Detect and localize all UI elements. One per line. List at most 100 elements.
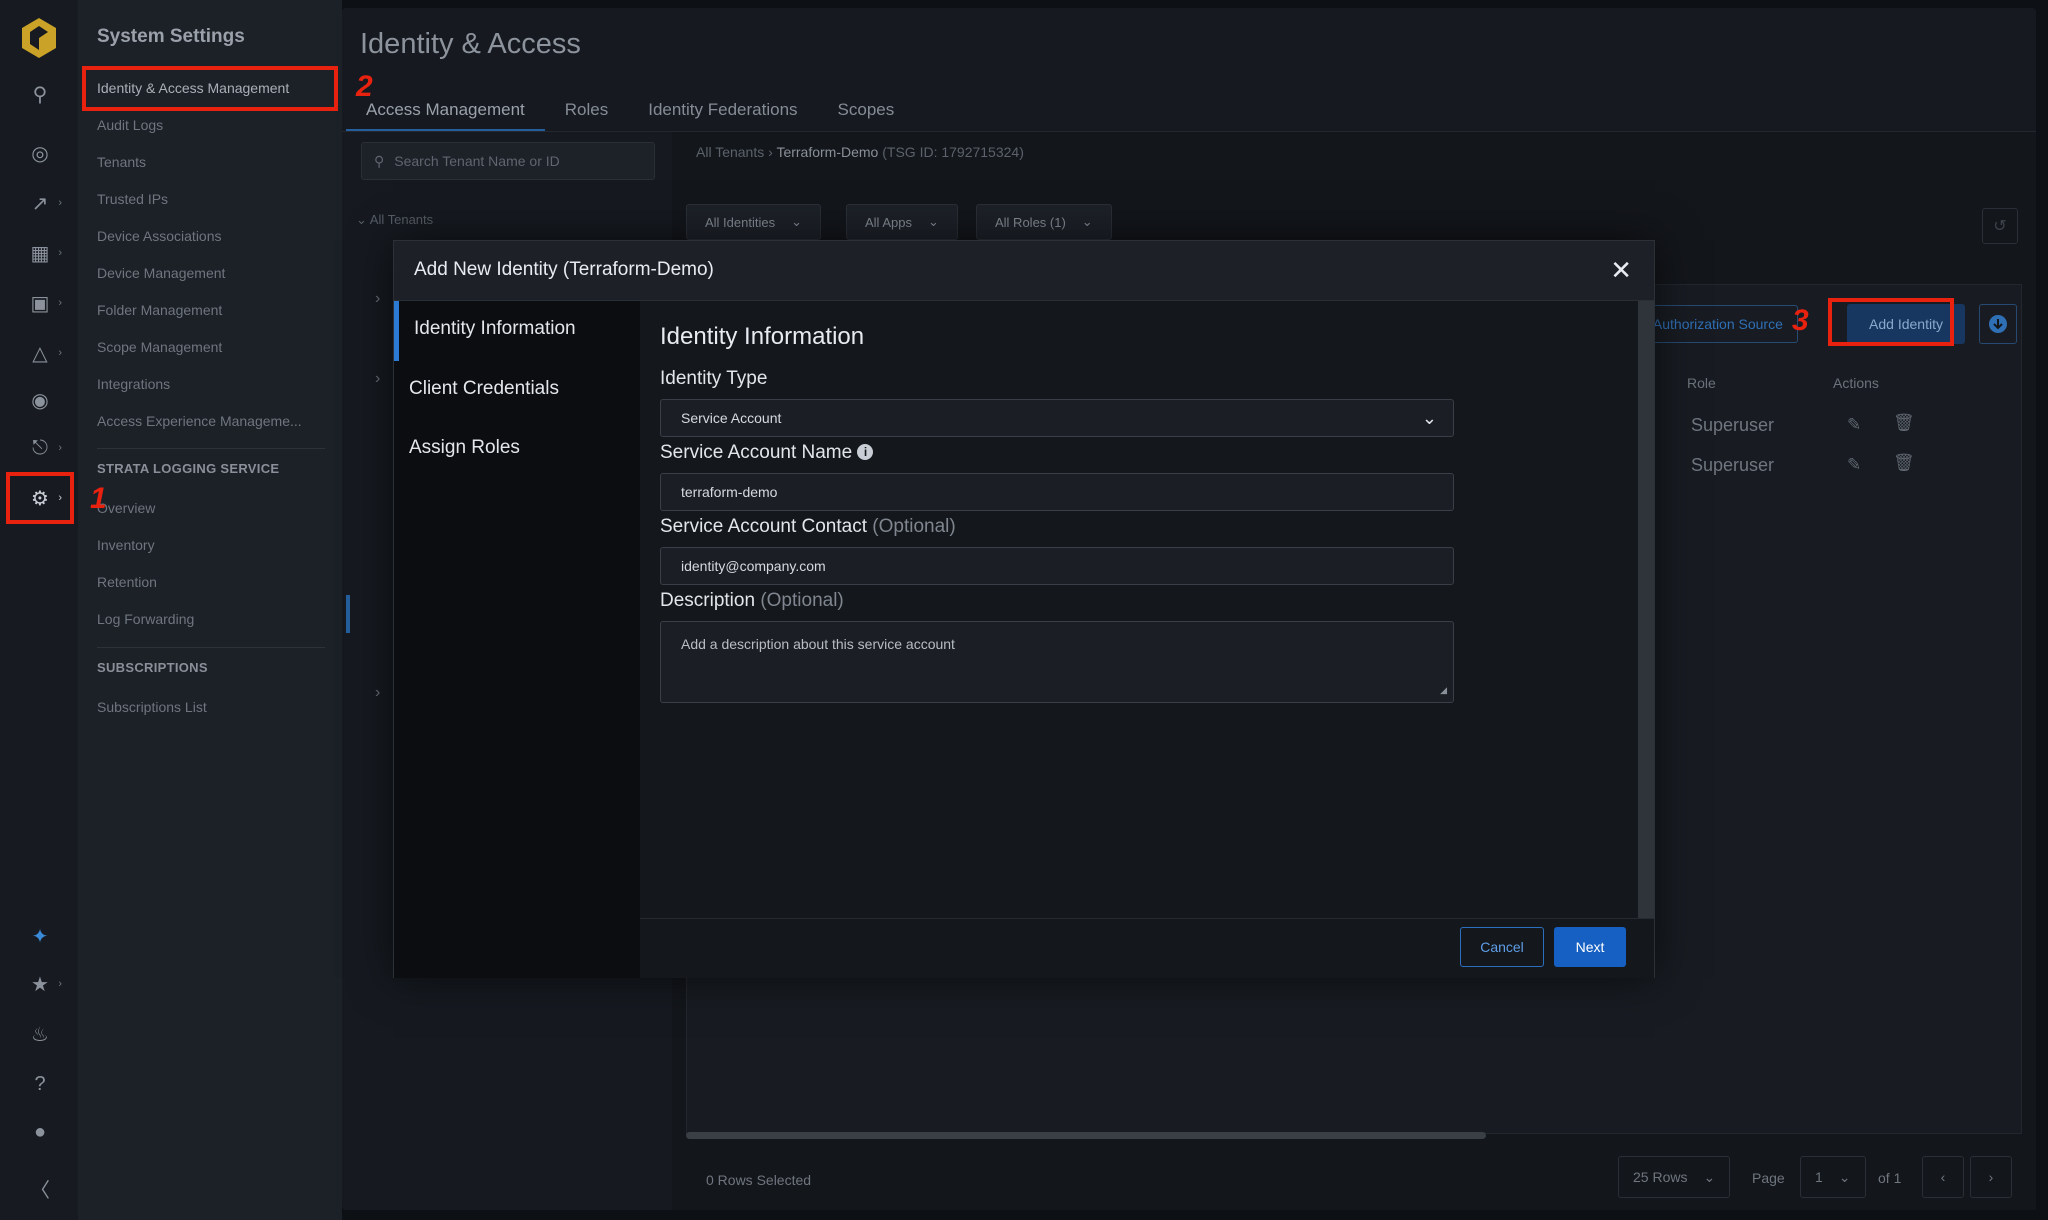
filter-apps[interactable]: All Apps ⌄ [846,204,958,240]
step-assign-roles[interactable]: Assign Roles [409,437,520,459]
filter-roles[interactable]: All Roles (1) ⌄ [976,204,1112,240]
description-optional-text: (Optional) [760,590,844,611]
sidebar-item-log-forwarding[interactable]: Log Forwarding [97,611,194,627]
chevron-right-icon[interactable]: › [375,370,380,388]
collapse-icon[interactable]: 〈 [20,1170,60,1206]
form-scrollbar[interactable] [1638,301,1654,918]
identity-form: Identity Information Identity Type Servi… [640,301,1654,918]
download-icon[interactable] [1979,304,2017,344]
step-client-credentials[interactable]: Client Credentials [409,378,559,400]
description-label-text: Description [660,590,756,611]
dialog-header: Add New Identity (Terraform-Demo) ✕ [394,241,1654,301]
prev-page-button[interactable]: ‹ [1922,1156,1964,1198]
trash-icon[interactable]: 🗑 [1893,453,1915,473]
dashboard-icon[interactable]: ▦ › [20,235,62,271]
close-icon[interactable]: ✕ [1610,255,1632,285]
column-header-role[interactable]: Role [1687,375,1716,391]
sidebar-divider [97,647,325,648]
identity-type-select[interactable]: Service Account ⌄ [660,399,1454,437]
tenant-search-input[interactable]: ⚲ Search Tenant Name or ID [361,142,655,180]
sidebar-item-scope-management[interactable]: Scope Management [97,339,222,355]
annotation-box-1 [6,472,74,524]
chevron-right-icon[interactable]: › [375,290,380,308]
page-select[interactable]: 1 ⌄ [1800,1156,1866,1198]
devices-icon[interactable]: ▣ › [20,285,62,321]
tenant-search-placeholder: Search Tenant Name or ID [394,153,560,169]
cancel-button[interactable]: Cancel [1460,927,1544,967]
reset-icon[interactable]: ↺ [1982,208,2018,244]
search-icon: ⚲ [374,152,385,169]
sidebar-item-subscriptions-list[interactable]: Subscriptions List [97,699,207,715]
rows-per-page-select[interactable]: 25 Rows ⌄ [1618,1156,1731,1198]
service-account-name-input[interactable]: terraform-demo [660,473,1454,511]
binoculars-icon[interactable]: ◉ [20,382,60,418]
add-identity-dialog: Add New Identity (Terraform-Demo) ✕ Iden… [393,240,1655,978]
alerts-icon[interactable]: △ › [20,335,62,371]
info-icon[interactable]: i [857,444,874,460]
sidebar-item-integrations[interactable]: Integrations [97,376,170,392]
search-icon[interactable]: ⚲ [20,76,60,112]
filter-apps-label: All Apps [865,214,912,230]
edit-icon[interactable]: ✎ [1847,415,1861,435]
sidebar-divider [97,448,325,449]
edit-icon[interactable]: ✎ [1847,455,1861,475]
logo-icon[interactable] [19,16,59,60]
help-icon[interactable]: ? [20,1066,60,1102]
sidebar-item-folder-management[interactable]: Folder Management [97,302,222,318]
chevron-down-icon: ⌄ [1421,407,1437,428]
sidebar-title: System Settings [97,26,245,47]
filter-identities[interactable]: All Identities ⌄ [686,204,821,240]
description-label: Description (Optional) [660,590,844,612]
form-section-title: Identity Information [660,323,865,350]
chevron-down-icon: ⌄ [1081,214,1093,229]
sidebar-section-logging: STRATA LOGGING SERVICE [97,461,280,476]
annotation-label-2: 2 [356,70,373,103]
page-label: Page [1752,1170,1785,1186]
description-placeholder: Add a description about this service acc… [681,636,955,652]
page-total: of 1 [1878,1170,1902,1186]
investigate-icon[interactable]: ⎋ › [20,430,62,466]
bell-icon[interactable]: ♨ [20,1016,60,1052]
service-account-contact-input[interactable]: identity@company.com [660,547,1454,585]
tab-identity-federations[interactable]: Identity Federations [628,88,817,132]
user-icon[interactable]: ● [20,1114,60,1150]
tab-scopes[interactable]: Scopes [818,88,915,132]
description-textarea[interactable]: Add a description about this service acc… [660,621,1454,703]
sidebar-item-retention[interactable]: Retention [97,574,157,590]
tab-roles[interactable]: Roles [545,88,628,132]
tree-root[interactable]: ⌄ All Tenants [356,212,433,228]
resize-handle-icon[interactable]: ◢ [1440,685,1447,696]
next-button[interactable]: Next [1554,927,1626,967]
dialog-title: Add New Identity (Terraform-Demo) [414,259,714,280]
tab-bar: Access Management Roles Identity Federat… [346,88,914,132]
insights-icon[interactable]: ↗ › [20,185,62,221]
breadcrumb-root[interactable]: All Tenants [696,144,764,160]
next-page-button[interactable]: › [1970,1156,2012,1198]
tree-root-label: All Tenants [369,212,434,227]
sidebar-item-access-experience[interactable]: Access Experience Manageme... [97,413,302,429]
chevron-right-icon: › [1988,1169,1994,1185]
trash-icon[interactable]: 🗑 [1893,413,1915,433]
sidebar-item-device-associations[interactable]: Device Associations [97,228,222,244]
active-step-indicator [394,301,399,361]
star-icon[interactable]: ★ › [20,966,62,1002]
wizard-steps: Identity Information Client Credentials … [394,301,640,978]
chevron-down-icon: ⌄ [1838,1168,1851,1185]
breadcrumb-tsg: (TSG ID: 1792715324) [882,144,1024,160]
sidebar-item-audit-logs[interactable]: Audit Logs [97,117,163,133]
contact-label-text: Service Account Contact [660,516,867,537]
annotation-box-2 [82,66,338,111]
sidebar-item-trusted-ips[interactable]: Trusted IPs [97,191,168,207]
sidebar-item-inventory[interactable]: Inventory [97,537,155,553]
tree-selected-indicator [346,595,350,633]
identity-type-value: Service Account [681,410,782,426]
radar-icon[interactable]: ◎ [20,135,60,171]
chevron-right-icon[interactable]: › [375,684,380,702]
step-identity-information[interactable]: Identity Information [414,318,576,340]
sidebar-item-tenants[interactable]: Tenants [97,154,146,170]
dialog-footer: Cancel Next [640,918,1654,978]
sidebar-item-device-management[interactable]: Device Management [97,265,225,281]
tab-access-management[interactable]: Access Management [346,88,545,132]
rows-per-page-value: 25 Rows [1633,1169,1688,1185]
sparkle-icon[interactable]: ✦ [20,918,60,954]
